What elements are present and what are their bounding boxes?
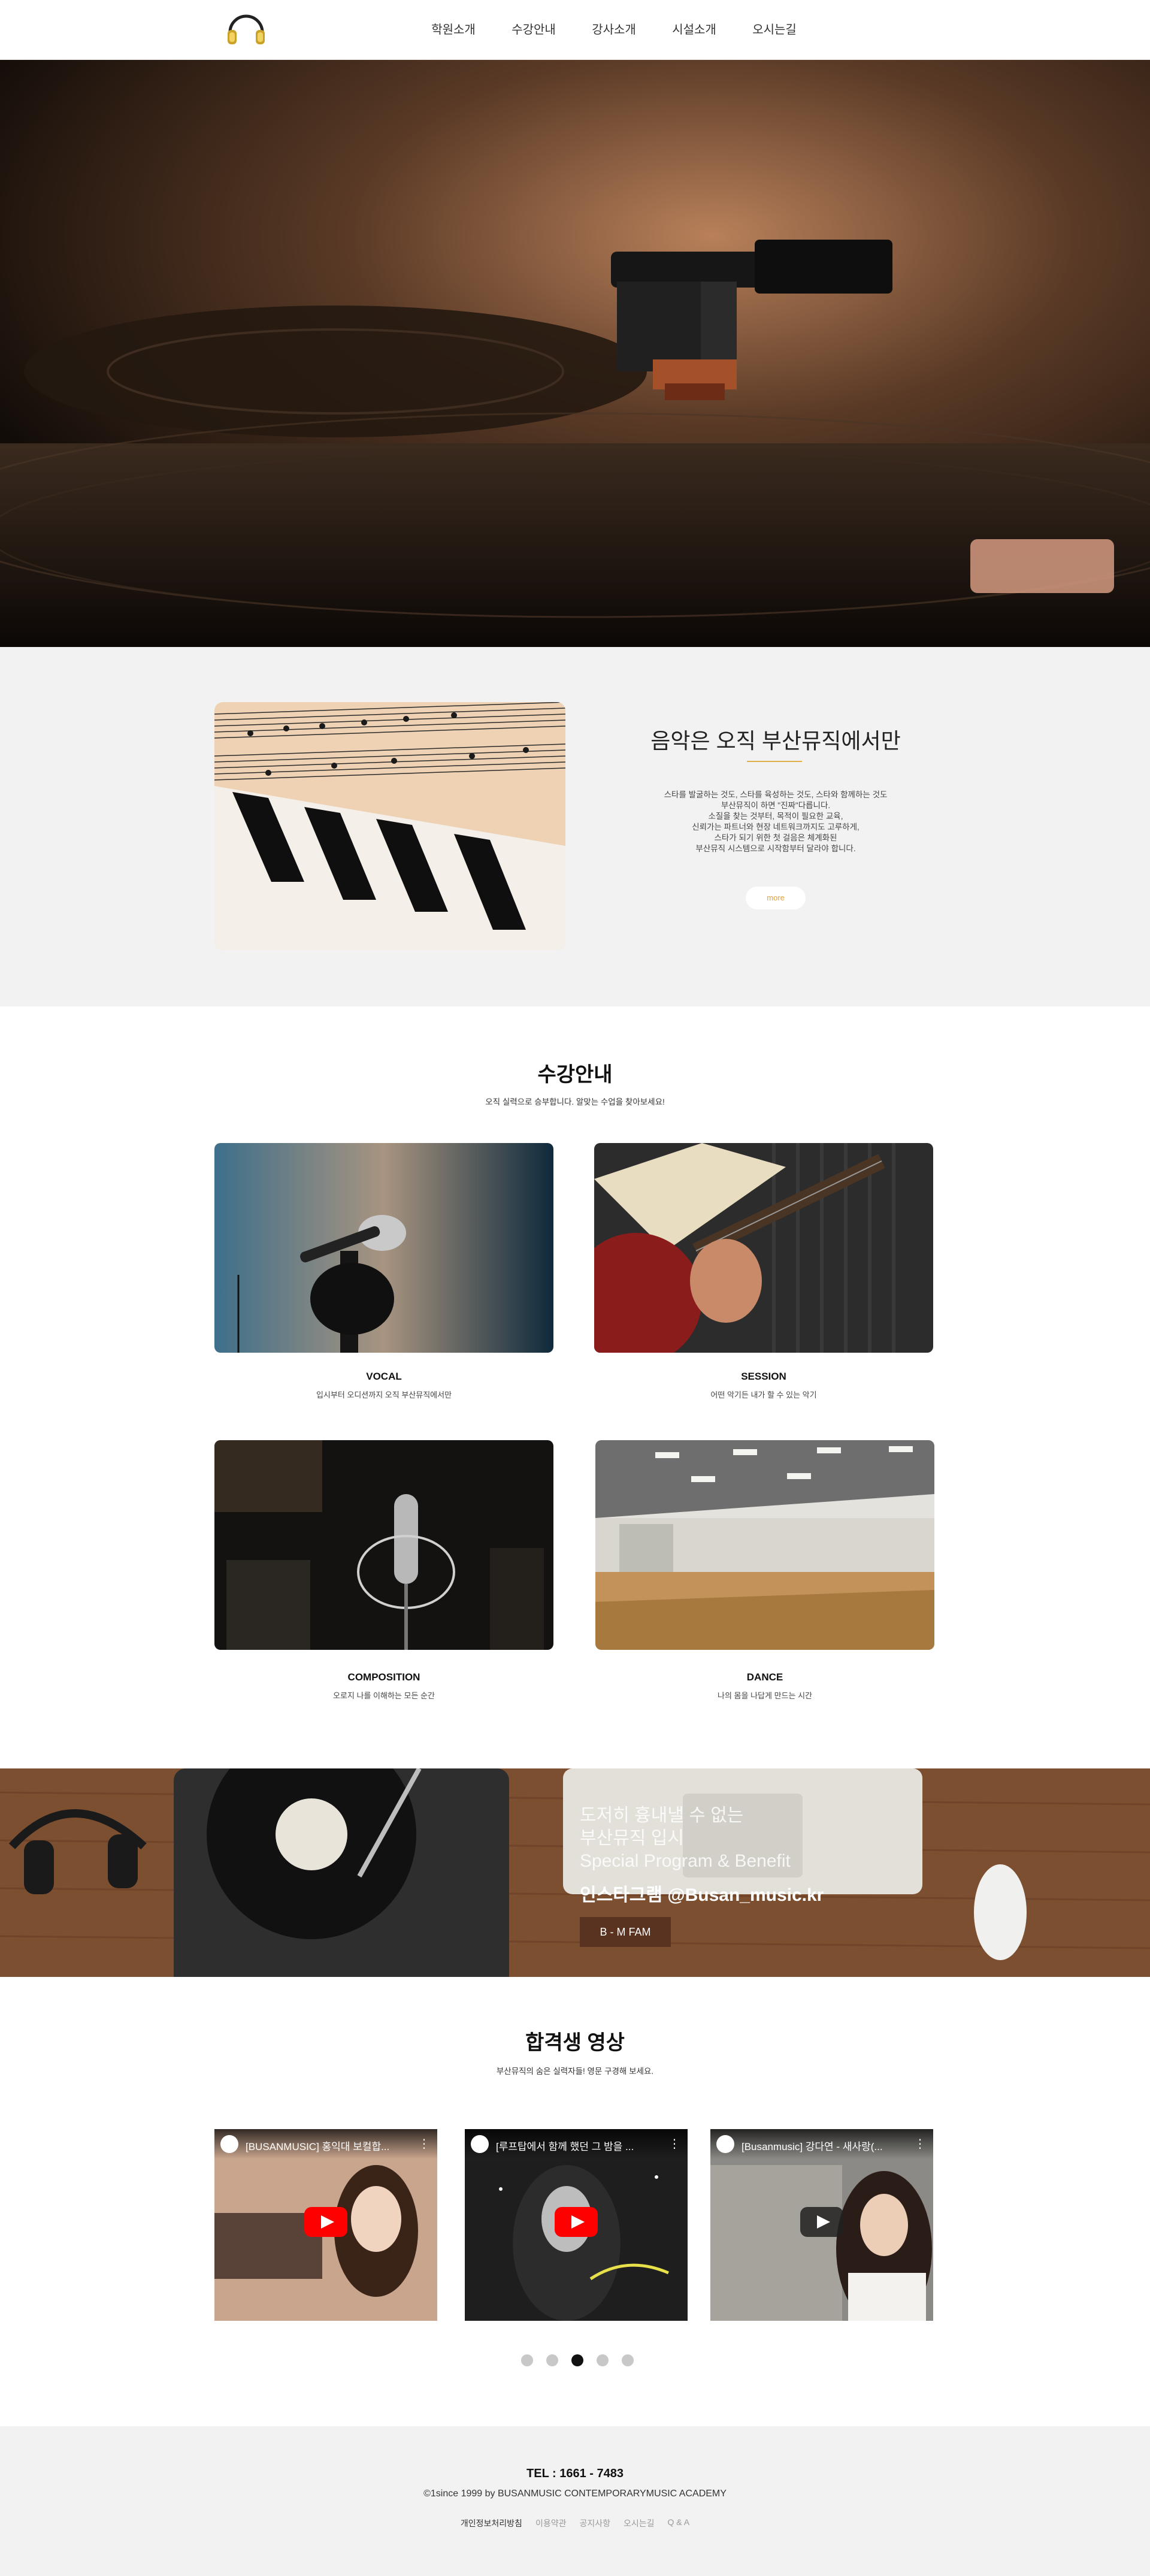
intro-divider: [747, 761, 802, 762]
footer-link-notice[interactable]: 공지사항: [579, 2517, 610, 2529]
carousel-dot-1[interactable]: [521, 2354, 533, 2366]
footer-copyright: ©1since 1999 by BUSANMUSIC CONTEMPORARYM…: [423, 2489, 727, 2499]
bm-fam-button[interactable]: B - M FAM: [580, 1917, 671, 1947]
dance-studio-image[interactable]: [595, 1440, 934, 1650]
course-desc-session: 어떤 악기든 내가 할 수 있는 악기: [710, 1390, 817, 1399]
nav-item-directions[interactable]: 오시는길: [734, 22, 815, 38]
channel-avatar[interactable]: [220, 2135, 238, 2153]
more-vert-icon[interactable]: ⋮: [668, 2136, 680, 2151]
footer-link-directions[interactable]: 오시는길: [624, 2517, 655, 2529]
channel-avatar[interactable]: [471, 2135, 489, 2153]
carousel-dots: [521, 2354, 634, 2366]
course-name-composition: COMPOSITION: [347, 1671, 420, 1683]
site-footer: TEL : 1661 - 7483 ©1since 1999 by BUSANM…: [0, 2426, 1150, 2576]
nav-item-courses[interactable]: 수강안내: [494, 22, 574, 38]
video-card[interactable]: [BUSANMUSIC] 홍익대 보컬합... ⋮: [214, 2129, 437, 2321]
youtube-play-icon[interactable]: [555, 2207, 598, 2237]
vocal-microphone-image[interactable]: [214, 1143, 553, 1353]
main-nav: 학원소개 수강안내 강사소개 시설소개 오시는길: [413, 22, 815, 38]
more-button[interactable]: more: [746, 887, 806, 909]
composition-studio-mic-image[interactable]: [214, 1440, 553, 1650]
course-name-vocal: VOCAL: [366, 1371, 402, 1382]
more-vert-icon[interactable]: ⋮: [914, 2136, 926, 2151]
video-card[interactable]: [Busanmusic] 강다연 - 새사랑(... ⋮: [710, 2129, 933, 2321]
carousel-dot-3[interactable]: [571, 2354, 583, 2366]
course-name-session: SESSION: [741, 1371, 786, 1382]
carousel-dot-4[interactable]: [597, 2354, 609, 2366]
sheet-music-piano-image: [214, 702, 565, 950]
footer-links: 개인정보처리방침 이용약관 공지사항 오시는길 Q & A: [0, 2517, 1150, 2529]
youtube-play-icon[interactable]: [800, 2207, 843, 2237]
intro-description: 스타를 발굴하는 것도, 스타를 육성하는 것도, 스타와 함께하는 것도 부산…: [664, 790, 888, 853]
nav-item-academy[interactable]: 학원소개: [413, 22, 494, 38]
courses-subtitle: 오직 실력으로 승부합니다. 알맞는 수업을 찾아보세요!: [485, 1097, 665, 1106]
footer-link-qa[interactable]: Q & A: [668, 2517, 690, 2529]
hero-turntable-image: [0, 60, 1150, 647]
video-card[interactable]: [루프탑에서 함께 했던 그 밤을 ... ⋮: [465, 2129, 688, 2321]
nav-item-teachers[interactable]: 강사소개: [574, 22, 654, 38]
course-desc-vocal: 입시부터 오디션까지 오직 부산뮤직에서만: [316, 1390, 452, 1399]
instagram-handle[interactable]: 인스타그램 @Busan_music.kr: [580, 1880, 824, 1906]
carousel-dot-5[interactable]: [622, 2354, 634, 2366]
desk-turntable-background: [0, 1768, 1150, 1977]
intro-section: 음악은 오직 부산뮤직에서만 스타를 발굴하는 것도, 스타를 육성하는 것도,…: [0, 647, 1150, 1006]
footer-phone: TEL : 1661 - 7483: [526, 2467, 624, 2480]
videos-title: 합격생 영상: [525, 2031, 625, 2054]
intro-title: 음악은 오직 부산뮤직에서만: [650, 728, 901, 753]
footer-link-terms[interactable]: 이용약관: [535, 2517, 567, 2529]
session-bass-guitar-image[interactable]: [594, 1143, 933, 1353]
carousel-dot-2[interactable]: [546, 2354, 558, 2366]
footer-link-privacy[interactable]: 개인정보처리방침: [461, 2517, 522, 2529]
course-desc-dance: 나의 몸을 나답게 만드는 시간: [718, 1691, 812, 1700]
site-header: 학원소개 수강안내 강사소개 시설소개 오시는길: [0, 0, 1150, 60]
headphones-logo[interactable]: [223, 6, 270, 53]
video-title[interactable]: [루프탑에서 함께 했던 그 밤을 ...: [496, 2138, 664, 2153]
video-title[interactable]: [Busanmusic] 강다연 - 새사랑(...: [742, 2138, 909, 2153]
course-name-dance: DANCE: [746, 1671, 783, 1683]
videos-subtitle: 부산뮤직의 숨은 실력자들! 영문 구경해 보세요.: [496, 2067, 654, 2076]
more-vert-icon[interactable]: ⋮: [418, 2136, 430, 2151]
youtube-play-icon[interactable]: [304, 2207, 347, 2237]
courses-title: 수강안내: [537, 1063, 613, 1086]
video-title[interactable]: [BUSANMUSIC] 홍익대 보컬합...: [246, 2138, 413, 2153]
banner-headline: 도저히 흉내낼 수 없는 부산뮤직 입시 Special Program & B…: [580, 1806, 791, 1871]
nav-item-facilities[interactable]: 시설소개: [654, 22, 734, 38]
channel-avatar[interactable]: [716, 2135, 734, 2153]
course-desc-composition: 오로지 나를 이해하는 모든 순간: [333, 1691, 435, 1700]
instagram-banner: 도저히 흉내낼 수 없는 부산뮤직 입시 Special Program & B…: [0, 1768, 1150, 1977]
